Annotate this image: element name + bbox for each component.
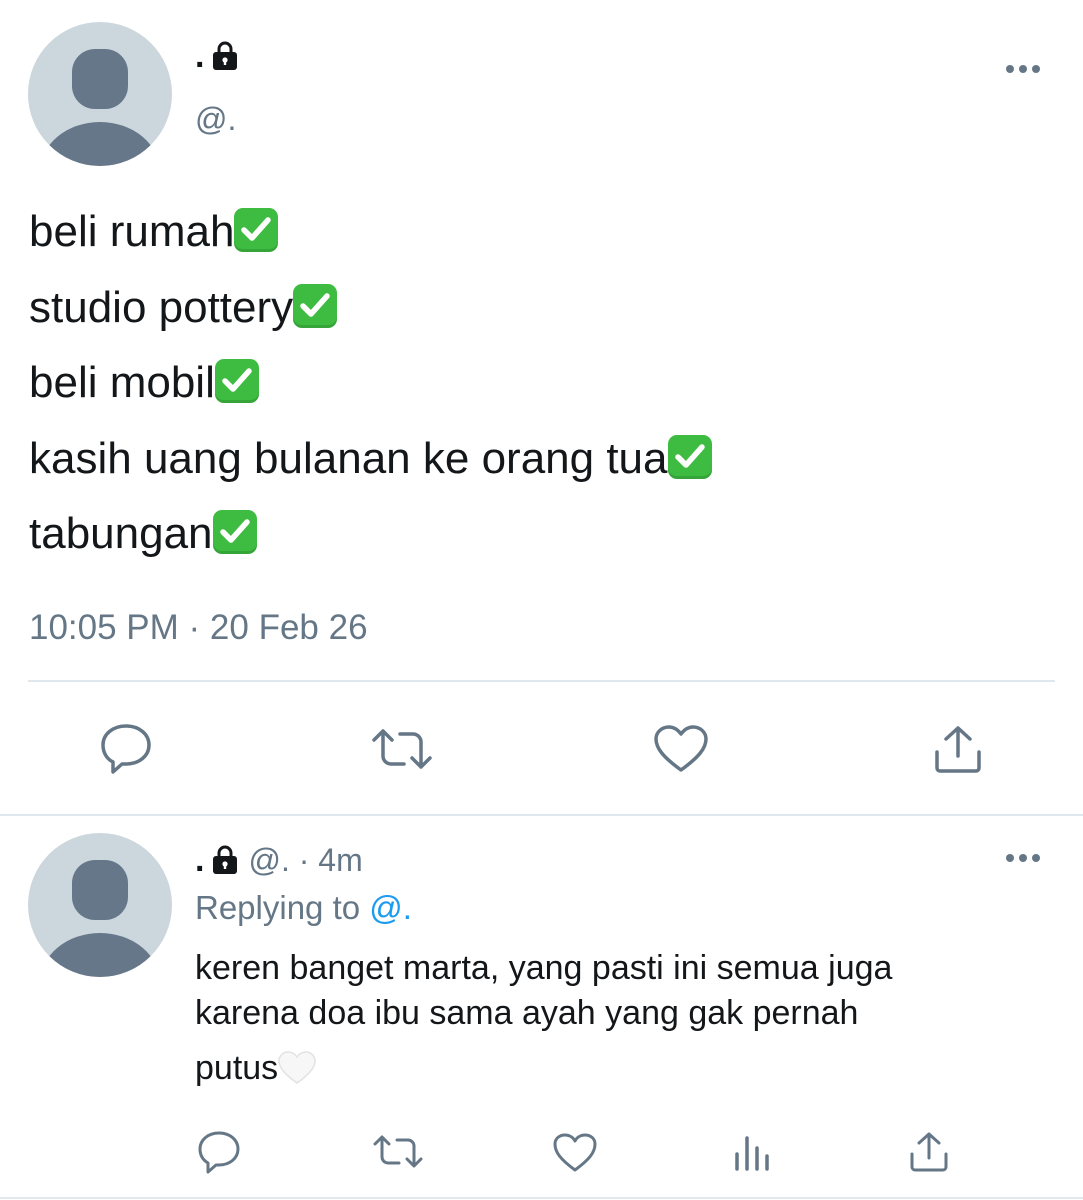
share-icon [910,1132,948,1172]
check-mark-emoji [212,510,257,554]
bottom-divider [0,1197,1083,1199]
tweet-line: beli rumah [29,194,712,270]
replying-to-handle[interactable]: @. [369,889,412,926]
share-button[interactable] [932,724,984,774]
reply-more-options-button[interactable] [1004,848,1044,868]
divider [28,680,1055,682]
replying-to-label: Replying to [195,889,361,926]
check-mark-emoji [234,208,279,252]
reply-button[interactable] [98,722,154,774]
reply-share-button[interactable] [908,1131,950,1173]
tweet-line: kasih uang bulanan ke orang tua [29,421,712,497]
like-button[interactable] [653,724,709,774]
heart-icon [553,1133,597,1172]
analytics-button[interactable] [733,1134,773,1172]
check-mark-emoji [214,359,259,403]
more-options-button[interactable] [1004,58,1044,78]
white-heart-emoji [278,1051,316,1097]
tweet-line: tabungan [29,496,712,572]
more-icon [1006,65,1040,73]
replying-to: Replying to @. [195,888,412,928]
reply-avatar[interactable] [28,833,172,977]
tweet-text: beli rumah studio pottery beli mobil kas… [29,194,712,572]
lock-icon [212,41,238,71]
tweet-timestamp[interactable]: 10:05 PM · 20 Feb 26 [29,608,368,648]
section-divider [0,814,1083,816]
reply-icon [198,1131,240,1174]
reply-icon [101,724,151,774]
tweet-line: studio pottery [29,270,712,346]
reply-text-line: karena doa ibu sama ayah yang gak pernah [195,994,859,1032]
reply-like-button[interactable] [552,1132,598,1174]
default-avatar-icon [40,860,160,977]
analytics-icon [735,1136,769,1171]
tweet-line: beli mobil [29,345,712,421]
retweet-icon [373,1135,423,1168]
display-name[interactable]: . [195,38,204,74]
reply-display-name[interactable]: . [195,842,204,878]
reply-author-row: . @. · 4m [195,842,363,878]
check-mark-emoji [293,283,338,328]
more-icon [1006,854,1040,862]
default-avatar-icon [40,49,160,166]
avatar[interactable] [28,22,172,166]
lock-icon [212,845,238,875]
reply-text-line: keren banget marta, yang pasti ini semua… [195,949,893,987]
retweet-button[interactable] [370,726,434,772]
reply-handle-time[interactable]: @. · 4m [248,842,362,878]
handle[interactable]: @. [195,100,236,138]
check-mark-emoji [667,434,712,479]
retweet-icon [372,729,432,769]
heart-icon [654,725,708,772]
share-icon [935,726,981,773]
reply-retweet-button[interactable] [372,1133,424,1171]
reply-text: keren banget marta, yang pasti ini semua… [195,946,1055,1091]
reply-text-line: putus [195,1046,1055,1091]
author-name-row: . [195,38,238,74]
reply-reply-button[interactable] [196,1130,242,1174]
